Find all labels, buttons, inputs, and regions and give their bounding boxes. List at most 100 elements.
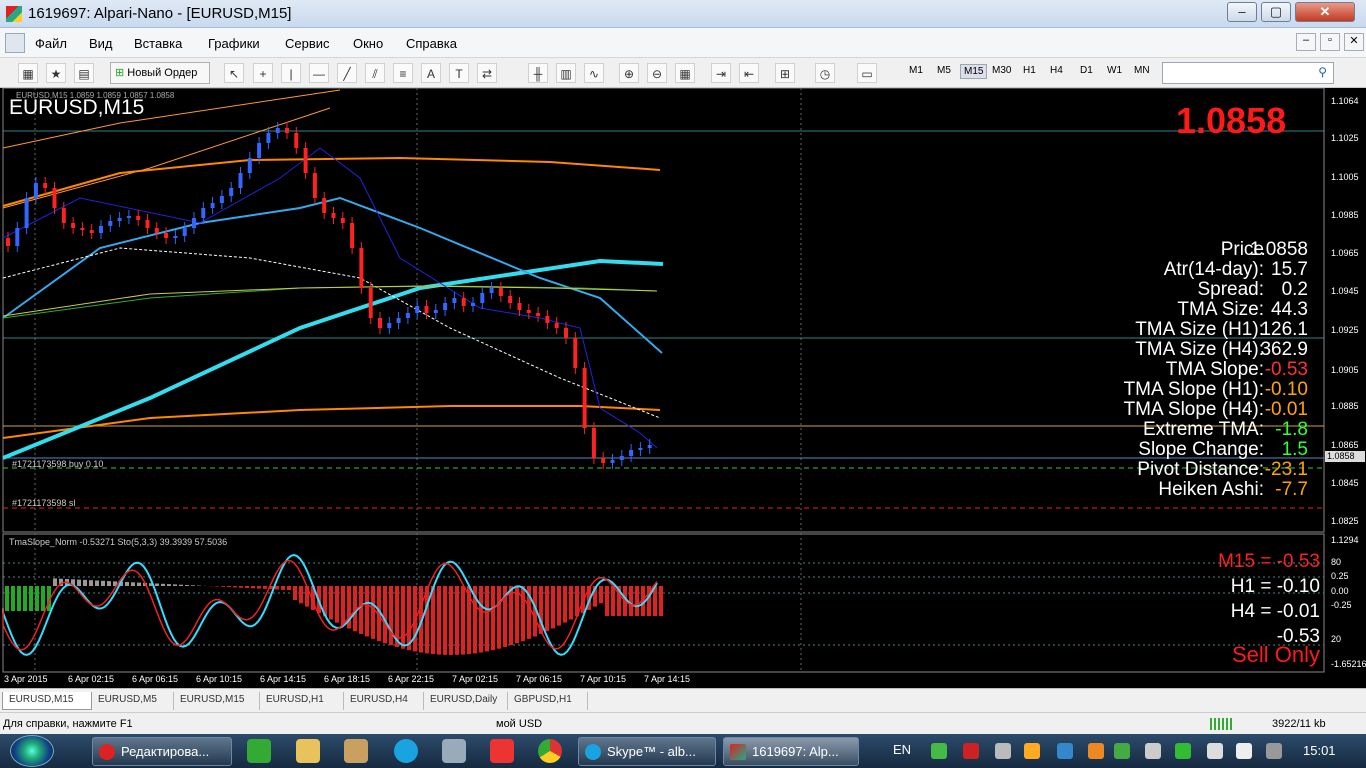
cursor-icon[interactable]: ↖ [224, 63, 244, 83]
maximize-button[interactable]: ▢ [1261, 2, 1291, 22]
arrows-icon[interactable]: ⇄ [477, 63, 497, 83]
candle-body [52, 188, 57, 208]
task-item-editor[interactable]: Редактирова... [92, 737, 232, 766]
candle-body [378, 318, 382, 328]
crosshair-icon[interactable]: + [253, 63, 273, 83]
tf-m30[interactable]: M30 [989, 64, 1014, 77]
explorer-icon[interactable] [296, 739, 320, 763]
channel-icon[interactable]: ⫽ [365, 63, 385, 83]
menu-tools[interactable]: Сервис [285, 36, 330, 51]
tray-k-icon[interactable] [963, 743, 979, 759]
tray-globe-icon[interactable] [1114, 743, 1130, 759]
candles-icon[interactable]: ▥ [556, 63, 576, 83]
menu-window[interactable]: Окно [353, 36, 383, 51]
histogram-bar [17, 586, 21, 611]
app-icon [6, 6, 22, 22]
horizontal-line-icon[interactable]: — [309, 63, 329, 83]
minimize-button[interactable]: – [1227, 2, 1257, 22]
chrome-icon[interactable] [538, 739, 562, 763]
chart-window[interactable]: EURUSD,M15 1.0859 1.0859 1.0857 1.0858 E… [0, 88, 1366, 688]
tile-windows-icon[interactable]: ▦ [675, 63, 695, 83]
stat-value: 126.1 [1260, 319, 1308, 340]
vertical-line-icon[interactable]: | [281, 63, 301, 83]
chart-tab[interactable]: EURUSD,M5 [92, 692, 174, 710]
child-restore-button[interactable]: ▫ [1320, 33, 1340, 51]
chart-tab[interactable]: EURUSD,M15 [174, 692, 260, 710]
chart-window-icon[interactable] [5, 33, 25, 53]
menu-insert[interactable]: Вставка [134, 36, 182, 51]
tray-star-icon[interactable] [1024, 743, 1040, 759]
periods-icon[interactable]: ◷ [815, 63, 835, 83]
child-close-button[interactable]: ✕ [1344, 33, 1364, 51]
tf-m1[interactable]: M1 [906, 64, 926, 77]
tray-box-icon[interactable] [1088, 743, 1104, 759]
tray-check-icon[interactable] [931, 743, 947, 759]
tf-m5[interactable]: M5 [934, 64, 954, 77]
utorrent-icon[interactable] [247, 739, 271, 763]
language-indicator[interactable]: EN [893, 742, 911, 757]
text-icon[interactable]: A [421, 63, 441, 83]
tray-snow-icon[interactable] [1057, 743, 1073, 759]
templates-icon[interactable]: ▭ [857, 63, 877, 83]
bar-chart-icon[interactable]: ╫ [528, 63, 548, 83]
histogram-bar [515, 586, 519, 644]
candle-body [554, 323, 559, 328]
start-button[interactable] [10, 735, 54, 767]
chart-tab[interactable]: EURUSD,H1 [260, 692, 344, 710]
title-bar: 1619697: Alpari-Nano - [EURUSD,M15] – ▢ … [0, 0, 1366, 28]
volume-icon[interactable] [1207, 743, 1223, 759]
sound-app-icon[interactable] [442, 739, 466, 763]
media-icon[interactable] [344, 739, 368, 763]
zoom-in-icon[interactable]: ⊕ [619, 63, 639, 83]
market-watch-icon[interactable]: ▤ [74, 63, 94, 83]
zoom-out-icon[interactable]: ⊖ [647, 63, 667, 83]
histogram-bar [635, 586, 639, 616]
menu-charts[interactable]: Графики [208, 36, 260, 51]
histogram-bar [521, 586, 525, 642]
candle-body [210, 203, 215, 208]
yandex-icon[interactable] [490, 739, 514, 763]
chart-tab[interactable]: EURUSD,Daily [424, 692, 508, 710]
chart-tab[interactable]: EURUSD,M15 [2, 692, 92, 710]
timeframe-slopes: M15 = -0.53 H1 = -0.10 H4 = -0.01 -0.53 [1180, 549, 1320, 649]
menu-file[interactable]: Файл [35, 36, 67, 51]
tray-mouse-icon[interactable] [1145, 743, 1161, 759]
battery-icon[interactable] [1236, 743, 1252, 759]
autoscroll-icon[interactable]: ⇥ [711, 63, 731, 83]
new-order-button[interactable]: ⊞ Новый Ордер [110, 62, 210, 84]
tray-headset-icon[interactable] [995, 743, 1011, 759]
histogram-bar [35, 586, 39, 611]
tf-mn[interactable]: MN [1131, 64, 1153, 77]
tf-m15[interactable]: M15 [960, 64, 988, 79]
line-chart-icon[interactable]: ∿ [584, 63, 604, 83]
menu-help[interactable]: Справка [406, 36, 457, 51]
order-buy-label[interactable]: #1721173598 buy 0.10 [12, 459, 103, 469]
close-button[interactable]: ✕ [1295, 2, 1355, 22]
menu-view[interactable]: Вид [89, 36, 113, 51]
fibo-icon[interactable]: ≡ [393, 63, 413, 83]
clock[interactable]: 15:01 [1303, 743, 1336, 758]
new-chart-icon[interactable]: ▦ [18, 63, 38, 83]
profiles-icon[interactable]: ★ [46, 63, 66, 83]
trendline-icon[interactable]: ╱ [337, 63, 357, 83]
tray-network-icon[interactable] [1175, 743, 1191, 759]
tf-h1[interactable]: H1 [1020, 64, 1039, 77]
child-minimize-button[interactable]: – [1296, 33, 1316, 51]
order-sl-label[interactable]: #1721173598 sl [12, 498, 75, 508]
indicators-icon[interactable]: ⊞ [775, 63, 795, 83]
tf-w1[interactable]: W1 [1104, 64, 1125, 77]
chart-tab[interactable]: EURUSD,H4 [344, 692, 424, 710]
search-input[interactable]: ⚲ [1162, 62, 1334, 84]
tf-d1[interactable]: D1 [1077, 64, 1096, 77]
time-axis-label: 6 Apr 02:15 [68, 674, 115, 684]
text-label-icon[interactable]: T [449, 63, 469, 83]
candle-body [80, 228, 85, 230]
chart-shift-icon[interactable]: ⇤ [739, 63, 759, 83]
chart-tab[interactable]: GBPUSD,H1 [508, 692, 588, 710]
price-axis-label: 1.0925 [1331, 325, 1359, 335]
action-center-icon[interactable] [1266, 743, 1282, 759]
tf-h4[interactable]: H4 [1047, 64, 1066, 77]
task-item-metatrader[interactable]: 1619697: Alp... [723, 737, 859, 766]
task-item-skype[interactable]: Skype™ - alb... [578, 737, 716, 766]
skype-icon[interactable] [394, 739, 418, 763]
